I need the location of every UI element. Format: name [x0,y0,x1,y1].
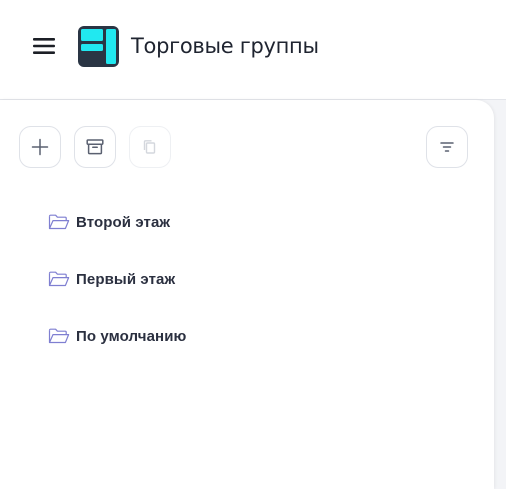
filter-button[interactable] [426,126,468,168]
add-button[interactable] [19,126,61,168]
archive-box-icon [86,139,104,155]
tree-item-label: Второй этаж [76,213,171,231]
folder-icon [48,328,70,344]
page-title: Торговые группы [131,34,319,58]
folder-icon [48,271,70,287]
archive-button[interactable] [74,126,116,168]
hamburger-menu-icon[interactable] [31,34,59,58]
filter-icon [440,142,454,152]
tree-item-label: По умолчанию [76,327,187,345]
top-header: Торговые группы [0,0,506,100]
main-panel: Второй этаж Первый этаж По умолчанию [0,100,494,489]
plus-icon [31,138,49,156]
tree-item[interactable]: Второй этаж [44,202,344,242]
app-window: Торговые группы Второй этаж Первый этаж … [0,0,506,489]
tree-item[interactable]: По умолчанию [44,316,344,356]
folder-icon [48,214,70,230]
copy-button[interactable] [129,126,171,168]
tree-item[interactable]: Первый этаж [44,259,344,299]
copy-icon [143,140,156,154]
app-logo-icon [78,26,119,67]
tree-item-label: Первый этаж [76,270,176,288]
